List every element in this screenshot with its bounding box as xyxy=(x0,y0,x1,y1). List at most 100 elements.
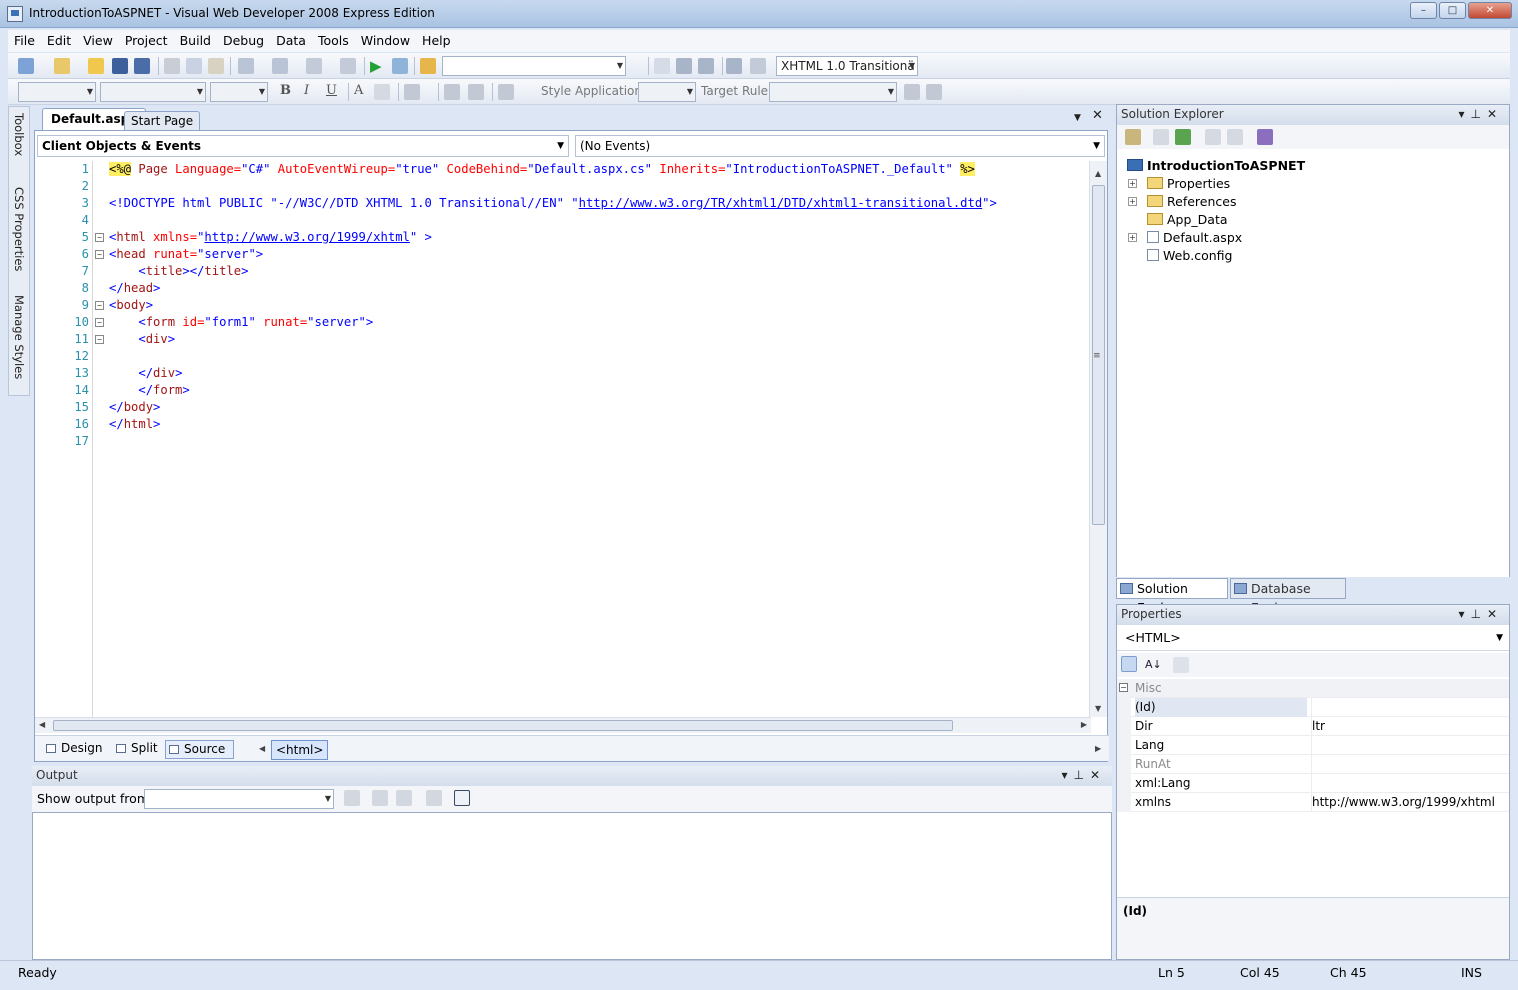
word-wrap-icon[interactable] xyxy=(750,58,766,74)
italic-icon[interactable]: I xyxy=(304,83,309,98)
property-row[interactable]: xml:Lang xyxy=(1117,774,1509,793)
panel-dropdown-icon[interactable]: ▾ xyxy=(1061,768,1073,782)
maximize-button[interactable]: □ xyxy=(1439,2,1466,19)
foreground-color-icon[interactable]: A xyxy=(354,83,363,98)
navigate-forward-icon[interactable] xyxy=(340,58,356,74)
expand-icon[interactable]: + xyxy=(1128,179,1137,188)
bullets-icon[interactable] xyxy=(444,84,460,100)
undo-icon[interactable] xyxy=(238,58,254,74)
doctype-select[interactable]: XHTML 1.0 Transitionä ▼ xyxy=(776,56,918,76)
indent-icon[interactable] xyxy=(698,58,714,74)
block-format-select[interactable]: ▼ xyxy=(18,82,96,102)
toolbox-tab[interactable]: Toolbox xyxy=(12,113,26,156)
pin-icon[interactable]: ⊥ xyxy=(1470,607,1486,621)
open-file-icon[interactable] xyxy=(88,58,104,74)
object-selector[interactable]: <HTML> ▼ xyxy=(1117,627,1509,651)
menu-build[interactable]: Build xyxy=(174,30,217,48)
bold-icon[interactable]: B xyxy=(280,83,291,98)
close-button[interactable]: ✕ xyxy=(1468,2,1512,19)
tag-nav-left-icon[interactable]: ◀ xyxy=(259,744,265,753)
scroll-left-icon[interactable]: ◀ xyxy=(39,720,45,729)
design-view-button[interactable]: Design xyxy=(43,740,102,759)
tree-node-properties[interactable]: + Properties xyxy=(1128,175,1230,193)
view-code-icon[interactable] xyxy=(1205,129,1221,145)
collapse-icon[interactable]: − xyxy=(95,301,104,310)
tab-start-page[interactable]: Start Page xyxy=(124,111,201,130)
panel-close-icon[interactable]: ✕ xyxy=(1487,107,1503,121)
tree-node-references[interactable]: + References xyxy=(1128,193,1236,211)
categorized-icon[interactable] xyxy=(1121,656,1137,672)
next-message-icon[interactable] xyxy=(396,790,412,806)
tab-list-dropdown-icon[interactable]: ▼ xyxy=(1074,113,1081,123)
menu-help[interactable]: Help xyxy=(416,30,457,48)
scroll-down-icon[interactable]: ▼ xyxy=(1095,704,1101,713)
find-combo[interactable]: ▼ xyxy=(442,56,626,76)
toggle-word-wrap-icon[interactable] xyxy=(454,790,470,806)
redo-icon[interactable] xyxy=(272,58,288,74)
tree-node-project[interactable]: IntroductionToASPNET xyxy=(1127,157,1305,175)
new-style-icon[interactable] xyxy=(926,84,942,100)
cut-icon[interactable] xyxy=(164,58,180,74)
events-combo[interactable]: (No Events) ▼ xyxy=(575,135,1105,157)
menu-view[interactable]: View xyxy=(77,30,119,48)
tag-nav-right-icon[interactable]: ▶ xyxy=(1095,744,1101,753)
tab-database-explorer[interactable]: Database Explorer xyxy=(1230,578,1346,615)
font-name-select[interactable]: ▼ xyxy=(100,82,206,102)
navigate-backward-icon[interactable] xyxy=(306,58,322,74)
numbering-icon[interactable] xyxy=(468,84,484,100)
menu-window[interactable]: Window xyxy=(355,30,416,48)
tab-solution-explorer[interactable]: Solution Explorer xyxy=(1116,578,1228,615)
apply-style-icon[interactable] xyxy=(904,84,920,100)
menu-file[interactable]: File xyxy=(8,30,41,48)
underline-icon[interactable]: U xyxy=(326,83,337,98)
background-color-icon[interactable] xyxy=(374,84,390,100)
save-all-icon[interactable] xyxy=(134,58,150,74)
alphabetical-icon[interactable]: A↓ xyxy=(1145,657,1162,673)
panel-close-icon[interactable]: ✕ xyxy=(1090,768,1106,782)
align-icon[interactable] xyxy=(404,84,420,100)
add-item-icon[interactable] xyxy=(54,58,70,74)
manage-styles-tab[interactable]: Manage Styles xyxy=(12,295,26,379)
view-in-browser-icon[interactable] xyxy=(392,58,408,74)
property-row[interactable]: xmlns http://www.w3.org/1999/xhtml xyxy=(1117,793,1509,812)
view-designer-icon[interactable] xyxy=(1227,129,1243,145)
xmlns-link[interactable]: http://www.w3.org/1999/xhtml xyxy=(204,230,409,244)
css-properties-tab[interactable]: CSS Properties xyxy=(12,187,26,271)
tag-selector-html[interactable]: <html> xyxy=(271,740,329,760)
menu-data[interactable]: Data xyxy=(270,30,312,48)
start-debugging-icon[interactable]: ▶ xyxy=(370,58,386,74)
client-objects-combo[interactable]: Client Objects & Events ▼ xyxy=(37,135,569,157)
split-view-button[interactable]: Split xyxy=(113,740,158,759)
output-source-select[interactable]: ▼ xyxy=(144,789,334,809)
properties-icon[interactable] xyxy=(1125,129,1141,145)
tree-node-web-config[interactable]: Web.config xyxy=(1147,247,1232,265)
pin-icon[interactable]: ⊥ xyxy=(1470,107,1486,121)
h-scroll-thumb[interactable] xyxy=(53,720,953,731)
tree-node-default-aspx[interactable]: + Default.aspx xyxy=(1128,229,1242,247)
find-message-icon[interactable] xyxy=(344,790,360,806)
menu-tools[interactable]: Tools xyxy=(312,30,355,48)
target-rule-select[interactable]: ▼ xyxy=(769,82,897,102)
outdent-icon[interactable] xyxy=(676,58,692,74)
style-application-select[interactable]: ▼ xyxy=(638,82,696,102)
property-row[interactable]: Lang xyxy=(1117,736,1509,755)
collapse-icon[interactable]: − xyxy=(95,335,104,344)
close-document-icon[interactable]: ✕ xyxy=(1092,108,1103,123)
property-pages-icon[interactable] xyxy=(1173,657,1189,673)
collapse-icon[interactable]: − xyxy=(1119,683,1128,692)
property-row[interactable]: RunAt xyxy=(1117,755,1509,774)
expand-icon[interactable]: + xyxy=(1128,233,1137,242)
collapse-icon[interactable]: − xyxy=(95,233,104,242)
refresh-icon[interactable] xyxy=(1175,129,1191,145)
tree-node-app-data[interactable]: App_Data xyxy=(1147,211,1228,229)
comment-icon[interactable] xyxy=(654,58,670,74)
asp-net-configuration-icon[interactable] xyxy=(1257,129,1273,145)
vertical-scrollbar[interactable]: ▲ ≡ ▼ xyxy=(1089,161,1107,717)
panel-dropdown-icon[interactable]: ▾ xyxy=(1458,607,1470,621)
paste-icon[interactable] xyxy=(208,58,224,74)
minimize-button[interactable]: – xyxy=(1410,2,1437,19)
new-project-icon[interactable] xyxy=(18,58,34,74)
prev-message-icon[interactable] xyxy=(372,790,388,806)
code-area[interactable]: 1 2 3 4 5− 6− 7 8 9− 10− 11− 12 13 14 15… xyxy=(35,161,1091,717)
category-misc[interactable]: − Misc xyxy=(1117,679,1509,698)
